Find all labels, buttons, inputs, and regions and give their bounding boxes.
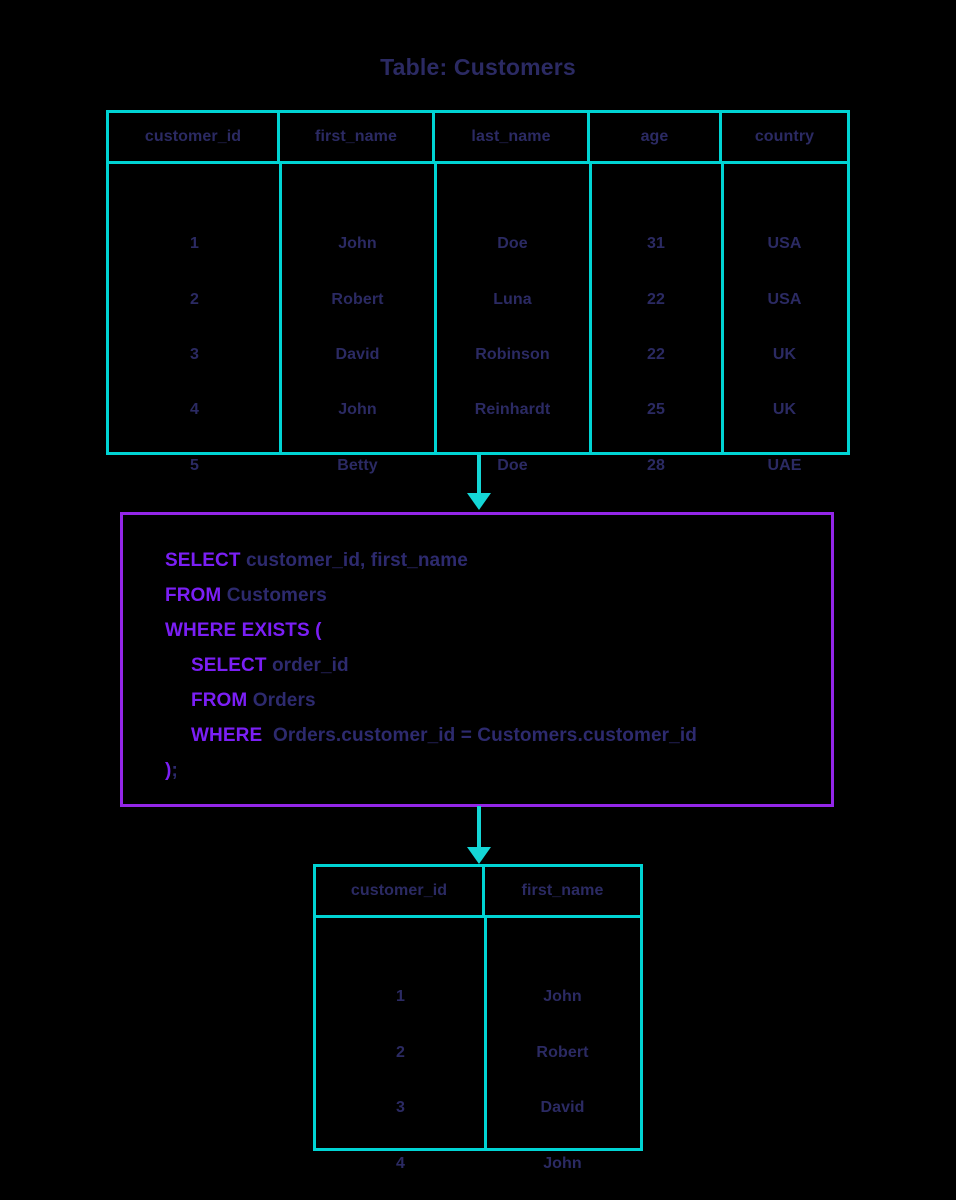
sql-identifier: order_id: [266, 655, 349, 676]
customers-table-cell: Doe: [497, 457, 528, 474]
result-table: customer_id first_name 1 John 2 Robert 3 David…: [313, 864, 643, 1172]
result-table-cell: John: [543, 1155, 582, 1172]
sql-line: SELECT order_id: [165, 648, 831, 683]
arrow-shaft: [477, 806, 481, 851]
customers-table-cell: 2: [190, 291, 199, 308]
customers-table-header-row: customer_id first_name last_name age country: [109, 113, 847, 164]
customers-table-body: 1 John Doe 31 USA 2 Robert Luna 22 USA 3 David Robin…: [109, 164, 847, 474]
arrow-head: [467, 847, 491, 864]
arrow-query-to-result-icon: [464, 806, 494, 866]
sql-keyword: WHERE EXISTS (: [165, 620, 322, 641]
customers-table-column-header: customer_id: [109, 113, 280, 161]
sql-keyword: FROM: [165, 585, 222, 606]
sql-line: FROM Customers: [165, 578, 831, 613]
result-table-column-header: customer_id: [316, 867, 485, 915]
result-table-cell: 3: [396, 1099, 405, 1116]
sql-line: SELECT customer_id, first_name: [165, 543, 831, 578]
result-table-cell: Robert: [536, 1044, 589, 1061]
customers-table-column-header: age: [590, 113, 722, 161]
sql-line: );: [165, 753, 831, 788]
sql-line: WHERE EXISTS (: [165, 613, 831, 648]
customers-table-cell: John: [338, 235, 377, 252]
customers-table-cell: 22: [647, 291, 665, 308]
arrow-shaft: [477, 455, 481, 497]
page-title: Table: Customers: [380, 54, 576, 80]
customers-table: customer_id first_name last_name age country…: [106, 110, 850, 474]
customers-table-cell: USA: [767, 235, 802, 252]
customers-table-cell: 22: [647, 346, 665, 363]
result-table-cell: David: [540, 1099, 585, 1116]
sql-keyword: SELECT: [191, 655, 267, 676]
sql-identifier: ;: [171, 760, 178, 781]
result-table-cell: 2: [396, 1044, 405, 1061]
customers-table-cell: UAE: [767, 457, 802, 474]
customers-table-cell: 3: [190, 346, 199, 363]
result-table-header-row: customer_id first_name: [316, 867, 640, 918]
customers-table-cell: Betty: [337, 457, 378, 474]
sql-keyword: SELECT: [165, 550, 241, 571]
sql-identifier: customer_id, first_name: [240, 550, 468, 571]
customers-table-cell: Reinhardt: [474, 401, 551, 418]
result-table-cell: 4: [396, 1155, 405, 1172]
customers-table-cell: 31: [647, 235, 665, 252]
result-table-cell: 1: [396, 988, 405, 1005]
result-table-cell: John: [543, 988, 582, 1005]
sql-keyword: FROM: [191, 690, 248, 711]
customers-table-cell: Robinson: [475, 346, 550, 363]
customers-table-cell: 5: [190, 457, 199, 474]
diagram-canvas: Table: Customers customer_id first_name la…: [0, 0, 956, 1200]
sql-line: WHERE Orders.customer_id = Customers.cus…: [165, 718, 831, 753]
result-table-column-header: first_name: [521, 882, 604, 899]
customers-table-cell: Robert: [331, 291, 384, 308]
sql-query-box: SELECT customer_id, first_name FROM Custo…: [120, 512, 834, 807]
sql-identifier: Customers: [221, 585, 327, 606]
customers-table-column-header: first_name: [280, 113, 435, 161]
arrow-table-to-query-icon: [464, 455, 494, 512]
sql-keyword: WHERE: [191, 725, 263, 746]
customers-table-cell: UK: [772, 346, 797, 363]
customers-table-cell: Luna: [493, 291, 532, 308]
customers-table-cell: 4: [190, 401, 199, 418]
sql-line: FROM Orders: [165, 683, 831, 718]
arrow-head: [467, 493, 491, 510]
customers-table-cell: USA: [767, 291, 802, 308]
customers-table-cell: UK: [772, 401, 797, 418]
customers-table-cell: 25: [647, 401, 665, 418]
result-table-body: 1 John 2 Robert 3 David 4 John: [316, 918, 640, 1172]
customers-table-column-header: country: [754, 128, 815, 145]
sql-identifier: Orders.customer_id = Customers.customer_…: [262, 725, 697, 746]
customers-table-column-header: last_name: [435, 113, 590, 161]
customers-table-cell: David: [335, 346, 380, 363]
customers-table-cell: Doe: [497, 235, 528, 252]
customers-table-cell: 28: [647, 457, 665, 474]
customers-table-cell: 1: [190, 235, 199, 252]
customers-table-cell: John: [338, 401, 377, 418]
sql-identifier: Orders: [247, 690, 316, 711]
